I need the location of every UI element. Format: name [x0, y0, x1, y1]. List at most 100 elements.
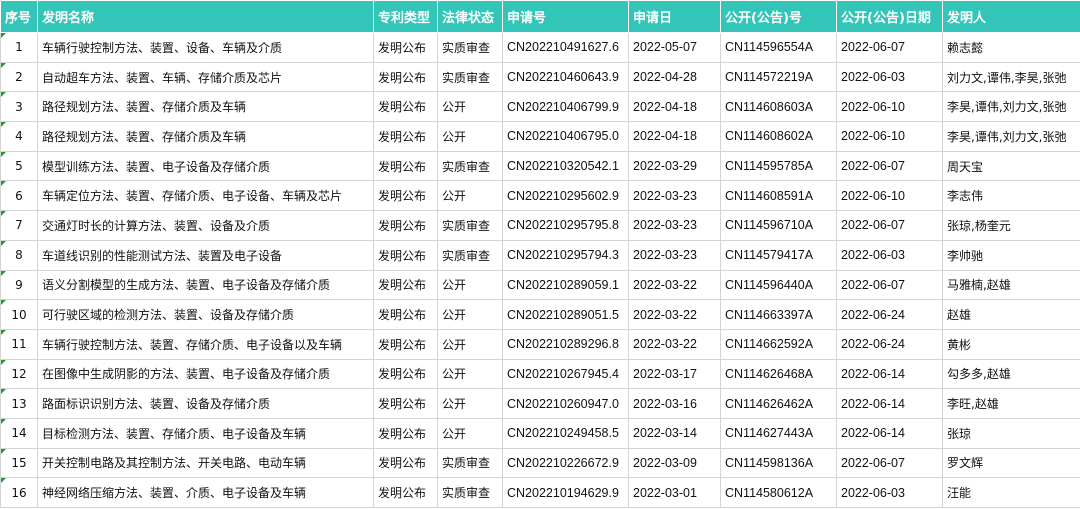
cell-pub-no[interactable]: CN114626468A [720, 358, 837, 390]
table-row[interactable]: 9 语义分割模型的生成方法、装置、电子设备及存储介质 发明公布 公开 CN2022102… [0, 269, 1080, 301]
cell-pub-date[interactable]: 2022-06-24 [836, 299, 943, 330]
cell-pub-date[interactable]: 2022-06-07 [836, 269, 943, 301]
cell-pub-no[interactable]: CN114663397A [720, 299, 837, 330]
cell-index[interactable]: 3 [0, 91, 38, 123]
cell-app-date[interactable]: 2022-03-09 [628, 447, 721, 479]
cell-status[interactable]: 公开 [437, 358, 503, 390]
cell-title[interactable]: 神经网络压缩方法、装置、介质、电子设备及车辆 [37, 477, 374, 508]
cell-status[interactable]: 实质审查 [437, 61, 503, 93]
cell-type[interactable]: 发明公布 [373, 358, 438, 390]
cell-app-date[interactable]: 2022-05-07 [628, 32, 721, 63]
cell-status[interactable]: 公开 [437, 417, 503, 449]
cell-index[interactable]: 4 [0, 121, 38, 152]
cell-title[interactable]: 车辆定位方法、装置、存储介质、电子设备、车辆及芯片 [37, 180, 374, 212]
cell-pub-date[interactable]: 2022-06-10 [836, 180, 943, 212]
cell-app-date[interactable]: 2022-03-22 [628, 299, 721, 330]
cell-title[interactable]: 交通灯时长的计算方法、装置、设备及介质 [37, 210, 374, 241]
cell-inventor[interactable]: 赵雄 [942, 299, 1080, 330]
cell-type[interactable]: 发明公布 [373, 269, 438, 301]
cell-type[interactable]: 发明公布 [373, 239, 438, 271]
cell-app-no[interactable]: CN202210194629.9 [502, 477, 629, 508]
cell-index[interactable]: 5 [0, 150, 38, 182]
cell-inventor[interactable]: 李志伟 [942, 180, 1080, 212]
cell-app-date[interactable]: 2022-03-23 [628, 239, 721, 271]
cell-status[interactable]: 公开 [437, 328, 503, 360]
cell-app-date[interactable]: 2022-04-18 [628, 121, 721, 152]
cell-type[interactable]: 发明公布 [373, 150, 438, 182]
cell-index[interactable]: 15 [0, 447, 38, 479]
cell-type[interactable]: 发明公布 [373, 477, 438, 508]
cell-index[interactable]: 14 [0, 417, 38, 449]
table-row[interactable]: 7 交通灯时长的计算方法、装置、设备及介质 发明公布 实质审查 CN2022102957… [0, 210, 1080, 241]
cell-title[interactable]: 路面标识识别方法、装置、设备及存储介质 [37, 388, 374, 419]
cell-status[interactable]: 实质审查 [437, 150, 503, 182]
cell-inventor[interactable]: 刘力文,谭伟,李昊,张弛 [942, 61, 1080, 93]
cell-pub-no[interactable]: CN114580612A [720, 477, 837, 508]
cell-title[interactable]: 车道线识别的性能测试方法、装置及电子设备 [37, 239, 374, 271]
cell-inventor[interactable]: 勾多多,赵雄 [942, 358, 1080, 390]
cell-pub-no[interactable]: CN114572219A [720, 61, 837, 93]
cell-type[interactable]: 发明公布 [373, 121, 438, 152]
cell-app-no[interactable]: CN202210295602.9 [502, 180, 629, 212]
cell-inventor[interactable]: 赖志懿 [942, 32, 1080, 63]
cell-index[interactable]: 6 [0, 180, 38, 212]
cell-index[interactable]: 13 [0, 388, 38, 419]
cell-type[interactable]: 发明公布 [373, 91, 438, 123]
cell-app-no[interactable]: CN202210289051.5 [502, 299, 629, 330]
cell-app-date[interactable]: 2022-03-29 [628, 150, 721, 182]
cell-inventor[interactable]: 黄彬 [942, 328, 1080, 360]
cell-inventor[interactable]: 李昊,谭伟,刘力文,张弛 [942, 121, 1080, 152]
cell-title[interactable]: 车辆行驶控制方法、装置、存储介质、电子设备以及车辆 [37, 328, 374, 360]
cell-app-date[interactable]: 2022-03-17 [628, 358, 721, 390]
cell-type[interactable]: 发明公布 [373, 328, 438, 360]
cell-status[interactable]: 实质审查 [437, 477, 503, 508]
cell-app-no[interactable]: CN202210289296.8 [502, 328, 629, 360]
table-row[interactable]: 6 车辆定位方法、装置、存储介质、电子设备、车辆及芯片 发明公布 公开 CN202210… [0, 180, 1080, 212]
cell-title[interactable]: 语义分割模型的生成方法、装置、电子设备及存储介质 [37, 269, 374, 301]
cell-inventor[interactable]: 罗文辉 [942, 447, 1080, 479]
cell-app-date[interactable]: 2022-03-01 [628, 477, 721, 508]
cell-index[interactable]: 8 [0, 239, 38, 271]
cell-pub-no[interactable]: CN114662592A [720, 328, 837, 360]
cell-pub-date[interactable]: 2022-06-07 [836, 150, 943, 182]
cell-pub-date[interactable]: 2022-06-07 [836, 32, 943, 63]
cell-inventor[interactable]: 李昊,谭伟,刘力文,张弛 [942, 91, 1080, 123]
cell-pub-date[interactable]: 2022-06-10 [836, 91, 943, 123]
cell-pub-no[interactable]: CN114596554A [720, 32, 837, 63]
cell-title[interactable]: 路径规划方法、装置、存储介质及车辆 [37, 121, 374, 152]
cell-pub-no[interactable]: CN114579417A [720, 239, 837, 271]
cell-title[interactable]: 车辆行驶控制方法、装置、设备、车辆及介质 [37, 32, 374, 63]
cell-pub-no[interactable]: CN114627443A [720, 417, 837, 449]
cell-status[interactable]: 实质审查 [437, 239, 503, 271]
cell-index[interactable]: 7 [0, 210, 38, 241]
cell-title[interactable]: 在图像中生成阴影的方法、装置、电子设备及存储介质 [37, 358, 374, 390]
cell-app-no[interactable]: CN202210460643.9 [502, 61, 629, 93]
cell-status[interactable]: 实质审查 [437, 210, 503, 241]
cell-index[interactable]: 11 [0, 328, 38, 360]
cell-app-no[interactable]: CN202210320542.1 [502, 150, 629, 182]
cell-pub-no[interactable]: CN114608591A [720, 180, 837, 212]
cell-pub-no[interactable]: CN114608602A [720, 121, 837, 152]
table-row[interactable]: 14 目标检测方法、装置、存储介质、电子设备及车辆 发明公布 公开 CN20221024… [0, 417, 1080, 449]
col-header-pub-no[interactable]: 公开(公告)号 [720, 0, 837, 33]
table-row[interactable]: 12 在图像中生成阴影的方法、装置、电子设备及存储介质 发明公布 公开 CN202210… [0, 358, 1080, 390]
cell-type[interactable]: 发明公布 [373, 32, 438, 63]
cell-pub-date[interactable]: 2022-06-07 [836, 447, 943, 479]
cell-index[interactable]: 2 [0, 61, 38, 93]
table-row[interactable]: 3 路径规划方法、装置、存储介质及车辆 发明公布 公开 CN202210406799.9… [0, 91, 1080, 123]
cell-app-date[interactable]: 2022-03-14 [628, 417, 721, 449]
cell-app-no[interactable]: CN202210226672.9 [502, 447, 629, 479]
cell-type[interactable]: 发明公布 [373, 61, 438, 93]
table-row[interactable]: 16 神经网络压缩方法、装置、介质、电子设备及车辆 发明公布 实质审查 CN202210… [0, 477, 1080, 508]
cell-app-date[interactable]: 2022-03-16 [628, 388, 721, 419]
cell-status[interactable]: 公开 [437, 180, 503, 212]
cell-type[interactable]: 发明公布 [373, 299, 438, 330]
cell-pub-no[interactable]: CN114595785A [720, 150, 837, 182]
cell-app-date[interactable]: 2022-03-22 [628, 269, 721, 301]
cell-pub-date[interactable]: 2022-06-03 [836, 477, 943, 508]
cell-title[interactable]: 目标检测方法、装置、存储介质、电子设备及车辆 [37, 417, 374, 449]
cell-type[interactable]: 发明公布 [373, 388, 438, 419]
cell-inventor[interactable]: 马雅楠,赵雄 [942, 269, 1080, 301]
table-row[interactable]: 13 路面标识识别方法、装置、设备及存储介质 发明公布 公开 CN20221026094… [0, 388, 1080, 419]
cell-pub-date[interactable]: 2022-06-14 [836, 417, 943, 449]
